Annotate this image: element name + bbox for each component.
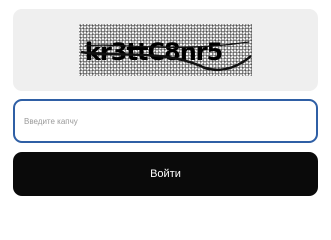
captcha-text: kr3ttC8nr5 (85, 38, 223, 66)
captcha-image: kr3ttC8nr5 (79, 24, 252, 76)
captcha-panel: kr3ttC8nr5 (13, 9, 318, 91)
captcha-input[interactable] (13, 99, 318, 143)
login-button[interactable]: Войти (13, 152, 318, 196)
